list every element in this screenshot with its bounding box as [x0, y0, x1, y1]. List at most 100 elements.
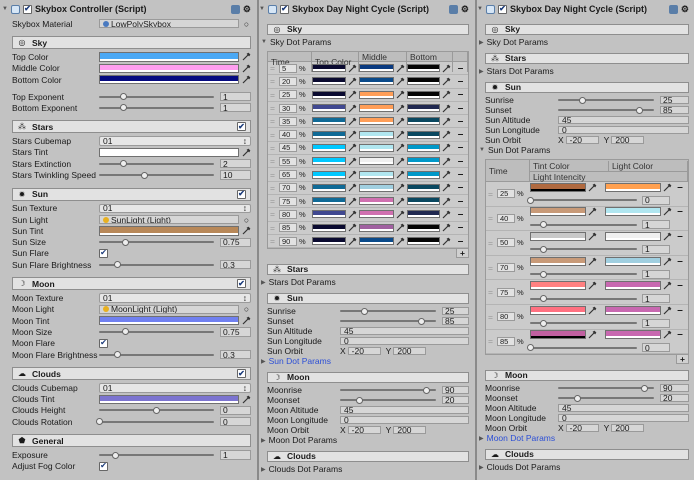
stars-twinkling-speed-value[interactable]: 10	[220, 170, 251, 180]
clouds-dot-params-foldout[interactable]: ▶ Clouds Dot Params	[261, 464, 469, 474]
slider-thumb[interactable]	[540, 270, 548, 278]
time-input[interactable]: 70	[497, 263, 515, 273]
slider-thumb[interactable]	[526, 344, 534, 352]
object-picker-icon[interactable]: ○	[242, 304, 251, 314]
top-exponent-slider[interactable]	[99, 91, 217, 102]
middle-color-field[interactable]	[359, 90, 394, 99]
top-exponent-value[interactable]: 1	[220, 92, 251, 102]
section-clouds[interactable]: ☁ Clouds	[12, 367, 251, 381]
stars-extinction-slider[interactable]	[99, 158, 217, 169]
eyedropper-icon[interactable]	[348, 157, 357, 166]
middle-color-field[interactable]	[359, 130, 394, 139]
top-color-field[interactable]	[312, 77, 346, 86]
sunrise-value[interactable]: 25	[442, 306, 469, 316]
moon-altitude-input[interactable]: 45	[558, 404, 689, 413]
component-enabled-checkbox[interactable]	[279, 4, 289, 14]
remove-row-button[interactable]	[453, 209, 468, 220]
exposure-value[interactable]: 1	[220, 450, 251, 460]
sun-enabled-checkbox[interactable]	[237, 189, 246, 199]
sun-altitude-input[interactable]: 45	[340, 327, 469, 336]
bottom-color-field[interactable]	[407, 223, 440, 232]
top-color-field[interactable]	[312, 130, 346, 139]
adjust-fog-color-checkbox[interactable]	[99, 461, 108, 471]
eyedropper-icon[interactable]	[396, 210, 405, 219]
light-intensity-value[interactable]: 1	[642, 294, 670, 304]
light-color-field[interactable]	[605, 256, 661, 266]
slider-thumb[interactable]	[121, 328, 129, 336]
top-color-field[interactable]	[312, 104, 346, 113]
time-input[interactable]: 85	[279, 223, 297, 233]
remove-row-button[interactable]	[453, 196, 468, 207]
clouds-enabled-checkbox[interactable]	[237, 369, 246, 379]
top-color-field[interactable]	[312, 183, 346, 192]
bottom-color-field[interactable]	[407, 157, 440, 166]
slider-thumb[interactable]	[121, 238, 129, 246]
eyedropper-icon[interactable]	[348, 130, 357, 139]
time-input[interactable]: 20	[279, 76, 297, 86]
eyedropper-icon[interactable]	[348, 64, 357, 73]
tint-color-field[interactable]	[530, 281, 586, 291]
eyedropper-icon[interactable]	[242, 226, 251, 235]
eyedropper-icon[interactable]	[396, 237, 405, 246]
slider-thumb[interactable]	[540, 245, 548, 253]
tint-color-field[interactable]	[530, 182, 586, 192]
section-moon[interactable]: ☽ Moon	[12, 277, 251, 291]
bottom-color-field[interactable]	[407, 117, 440, 126]
time-input[interactable]: 25	[279, 90, 297, 100]
light-intensity-slider[interactable]	[526, 195, 640, 205]
remove-row-button[interactable]	[453, 222, 468, 233]
top-color-field[interactable]	[312, 157, 346, 166]
moon-longitude-input[interactable]: 0	[340, 416, 469, 425]
gear-icon[interactable]: ⚙	[461, 4, 469, 15]
eyedropper-icon[interactable]	[442, 223, 451, 232]
section-sun[interactable]: ✹ Sun	[267, 292, 469, 304]
clouds-dot-params-foldout[interactable]: ▶ Clouds Dot Params	[479, 462, 689, 472]
sun-longitude-input[interactable]: 0	[340, 337, 469, 346]
eyedropper-icon[interactable]	[663, 281, 672, 290]
slider-thumb[interactable]	[360, 307, 368, 315]
light-intensity-value[interactable]: 1	[642, 269, 670, 279]
eyedropper-icon[interactable]	[396, 223, 405, 232]
top-color-field[interactable]	[312, 90, 346, 99]
remove-row-button[interactable]	[453, 182, 468, 193]
eyedropper-icon[interactable]	[348, 90, 357, 99]
middle-color-field[interactable]	[359, 143, 394, 152]
eyedropper-icon[interactable]	[588, 257, 597, 266]
clouds-height-value[interactable]: 0	[220, 405, 251, 415]
drag-handle-icon[interactable]: =	[486, 238, 495, 248]
drag-handle-icon[interactable]: =	[486, 263, 495, 273]
stars-twinkling-speed-slider[interactable]	[99, 169, 217, 180]
object-picker-icon[interactable]: ○	[242, 215, 251, 225]
time-input[interactable]: 50	[497, 238, 515, 248]
eyedropper-icon[interactable]	[442, 143, 451, 152]
moonset-slider[interactable]	[558, 393, 657, 403]
slider-thumb[interactable]	[573, 394, 581, 402]
section-sky[interactable]: ◎ Sky	[267, 23, 469, 35]
moonset-slider[interactable]	[340, 395, 439, 405]
eyedropper-icon[interactable]	[242, 64, 251, 73]
gear-icon[interactable]: ⚙	[243, 4, 251, 15]
section-stars[interactable]: ⁂ Stars	[12, 120, 251, 134]
add-row-button[interactable]	[676, 355, 689, 365]
bottom-color-field[interactable]	[407, 143, 440, 152]
moon-flare-brightness-slider[interactable]	[99, 349, 217, 360]
bottom-color-field[interactable]	[407, 104, 440, 113]
eyedropper-icon[interactable]	[348, 223, 357, 232]
eyedropper-icon[interactable]	[663, 306, 672, 315]
drag-handle-icon[interactable]: =	[486, 213, 495, 223]
time-input[interactable]: 40	[279, 130, 297, 140]
eyedropper-icon[interactable]	[348, 117, 357, 126]
sun-dot-params-foldout[interactable]: ▶ Sun Dot Params	[261, 356, 469, 366]
moon-orbit-y-input[interactable]: 200	[393, 426, 427, 435]
eyedropper-icon[interactable]	[396, 143, 405, 152]
eyedropper-icon[interactable]	[348, 104, 357, 113]
light-color-field[interactable]	[605, 305, 661, 315]
slider-thumb[interactable]	[422, 386, 430, 394]
drag-handle-icon[interactable]: =	[268, 90, 277, 100]
clouds-tint-color-field[interactable]	[99, 394, 239, 404]
stars-extinction-value[interactable]: 2	[220, 159, 251, 169]
light-intensity-slider[interactable]	[530, 220, 640, 230]
middle-color-field[interactable]	[359, 64, 394, 73]
section-sun[interactable]: ✹ Sun	[485, 81, 689, 93]
drag-handle-icon[interactable]: =	[486, 312, 495, 322]
